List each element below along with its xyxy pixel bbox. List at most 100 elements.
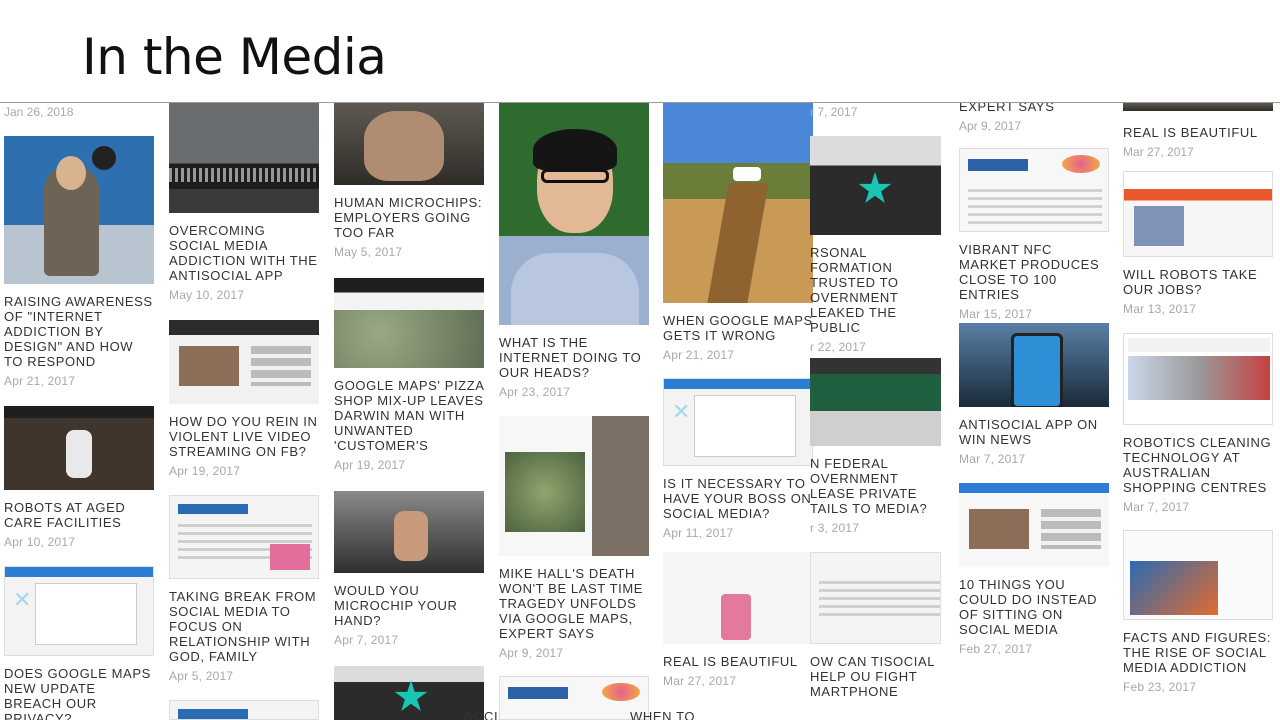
article-screenshot <box>169 495 319 579</box>
media-card[interactable]: ROBOTS AT AGED CARE FACILITIES Apr 10, 2… <box>4 406 154 549</box>
card-date: r 3, 2017 <box>810 521 860 535</box>
card-headline[interactable]: 10 THINGS YOU COULD DO INSTEAD OF SITTIN… <box>959 577 1109 637</box>
radio-studio-photo <box>4 136 154 284</box>
smartphone-app-photo <box>959 323 1109 407</box>
map-tweet-screenshot <box>499 416 649 556</box>
media-card[interactable]: VIBRANT NFC MARKET PRODUCES CLOSE TO 100… <box>959 148 1109 321</box>
media-card[interactable]: WILL ROBOTS TAKE OUR JOBS? Mar 13, 2017 <box>1123 171 1273 316</box>
media-collage: Jan 26, 2018 RAISING AWARENESS OF "INTER… <box>0 103 1280 720</box>
card-headline[interactable]: REAL IS BEAUTIFUL <box>663 654 813 669</box>
article-screenshot <box>1123 171 1273 257</box>
item-date: Apr 9, 2017 <box>959 119 1022 133</box>
card-date: Apr 23, 2017 <box>499 385 571 399</box>
card-headline[interactable]: WOULD YOU MICROCHIP YOUR HAND? <box>334 583 484 628</box>
slide-title: In the Media <box>82 28 387 86</box>
card-headline[interactable]: WHAT IS THE INTERNET DOING TO OUR HEADS? <box>499 335 649 380</box>
card-headline[interactable]: FACTS AND FIGURES: THE RISE OF SOCIAL ME… <box>1123 630 1273 675</box>
media-card[interactable]: WOULD YOU MICROCHIP YOUR HAND? Apr 7, 20… <box>334 491 484 647</box>
item-date: Mar 27, 2017 <box>1123 145 1194 159</box>
centrelink-sign-photo <box>334 666 484 720</box>
card-headline[interactable]: ROBOTICS CLEANING TECHNOLOGY AT AUSTRALI… <box>1123 435 1273 495</box>
card-date: Apr 19, 2017 <box>334 458 406 472</box>
media-card[interactable]: HOW DO YOU REIN IN VIOLENT LIVE VIDEO ST… <box>169 320 319 478</box>
article-screenshot: ✕ <box>663 378 813 466</box>
social-media-addiction-screenshot <box>1123 530 1273 620</box>
card-headline[interactable]: OVERCOMING SOCIAL MEDIA ADDICTION WITH T… <box>169 223 319 283</box>
card-date: Feb 27, 2017 <box>959 642 1033 656</box>
media-card[interactable]: RSONAL FORMATION TRUSTED TO OVERNMENT LE… <box>810 136 941 354</box>
aged-care-robot-photo <box>4 406 154 490</box>
article-screenshot: ✕ <box>4 566 154 656</box>
card-date: r 22, 2017 <box>810 340 867 354</box>
media-card[interactable]: MIKE HALL'S DEATH WON'T BE LAST TIME TRA… <box>499 416 649 660</box>
card-date: Apr 9, 2017 <box>499 646 564 660</box>
media-card[interactable]: REAL IS BEAUTIFUL Mar 27, 2017 <box>663 552 813 688</box>
item-date: Jan 26, 2018 <box>4 105 74 119</box>
card-headline[interactable]: MIKE HALL'S DEATH WON'T BE LAST TIME TRA… <box>499 566 649 641</box>
card-headline[interactable]: WILL ROBOTS TAKE OUR JOBS? <box>1123 267 1273 297</box>
microchip-hand-photo <box>334 491 484 573</box>
card-headline[interactable]: TAKING BREAK FROM SOCIAL MEDIA TO FOCUS … <box>169 589 319 664</box>
portrait-photo <box>1123 103 1273 111</box>
cut-off-headline: WHEN TO <box>630 709 696 720</box>
media-card[interactable]: ANTISOCIAL APP ON WIN NEWS Mar 7, 2017 <box>959 323 1109 466</box>
media-card[interactable]: OVERCOMING SOCIAL MEDIA ADDICTION WITH T… <box>169 103 319 302</box>
card-headline[interactable]: RAISING AWARENESS OF "INTERNET ADDICTION… <box>4 294 154 369</box>
media-card[interactable]: GOOGLE MAPS' PIZZA SHOP MIX-UP LEAVES DA… <box>334 278 484 472</box>
centrelink-sign-photo <box>810 136 941 235</box>
card-headline[interactable]: HOW DO YOU REIN IN VIOLENT LIVE VIDEO ST… <box>169 414 319 459</box>
card-headline[interactable]: WHEN GOOGLE MAPS GETS IT WRONG <box>663 313 813 343</box>
media-card[interactable]: ROBOTICS CLEANING TECHNOLOGY AT AUSTRALI… <box>1123 333 1273 514</box>
card-headline[interactable]: GOOGLE MAPS' PIZZA SHOP MIX-UP LEAVES DA… <box>334 378 484 453</box>
card-date: Apr 21, 2017 <box>663 348 735 362</box>
stock-ticker-photo <box>169 103 319 213</box>
contactless-intelligence-screenshot <box>959 148 1109 232</box>
contactless-intelligence-screenshot <box>499 676 649 720</box>
article-screenshot <box>810 552 941 644</box>
man-portrait-photo <box>334 103 484 185</box>
card-date: Mar 7, 2017 <box>959 452 1026 466</box>
media-card[interactable]: WHAT IS THE INTERNET DOING TO OUR HEADS?… <box>499 103 649 399</box>
teksbotics-screenshot <box>1123 333 1273 425</box>
card-headline[interactable]: OW CAN TISOCIAL HELP OU FIGHT MARTPHONE <box>810 654 941 699</box>
cut-off-headline: REAL IS BEAUTIFUL <box>1123 125 1258 140</box>
card-date: Apr 19, 2017 <box>169 464 241 478</box>
media-card[interactable]: WHEN GOOGLE MAPS GETS IT WRONG Apr 21, 2… <box>663 103 813 362</box>
article-screenshot <box>169 320 319 404</box>
news-map-screenshot <box>334 278 484 368</box>
media-card[interactable]: FACTS AND FIGURES: THE RISE OF SOCIAL ME… <box>1123 530 1273 694</box>
media-card[interactable]: RAISING AWARENESS OF "INTERNET ADDICTION… <box>4 136 154 388</box>
media-card[interactable]: N FEDERAL OVERNMENT LEASE PRIVATE TAILS … <box>810 358 941 535</box>
card-date: Apr 11, 2017 <box>663 526 734 540</box>
card-headline[interactable]: DOES GOOGLE MAPS NEW UPDATE BREACH OUR P… <box>4 666 154 720</box>
card-date: Apr 10, 2017 <box>4 535 76 549</box>
card-date: Apr 21, 2017 <box>4 374 76 388</box>
card-date: Mar 13, 2017 <box>1123 302 1197 316</box>
card-headline[interactable]: IS IT NECESSARY TO HAVE YOUR BOSS ON SOC… <box>663 476 813 521</box>
media-card[interactable]: HUMAN MICROCHIPS: EMPLOYERS GOING TOO FA… <box>334 103 484 259</box>
card-headline[interactable]: ROBOTS AT AGED CARE FACILITIES <box>4 500 154 530</box>
centrelink-office-photo <box>810 358 941 446</box>
article-screenshot <box>959 483 1109 567</box>
media-card[interactable]: ✕ DOES GOOGLE MAPS NEW UPDATE BREACH OUR… <box>4 566 154 720</box>
card-date: Mar 7, 2017 <box>1123 500 1190 514</box>
card-headline[interactable]: ANTISOCIAL APP ON WIN NEWS <box>959 417 1109 447</box>
media-card[interactable]: 10 THINGS YOU COULD DO INSTEAD OF SITTIN… <box>959 483 1109 656</box>
card-headline[interactable]: HUMAN MICROCHIPS: EMPLOYERS GOING TOO FA… <box>334 195 484 240</box>
card-date: Apr 5, 2017 <box>169 669 234 683</box>
item-date: r 7, 2017 <box>810 105 858 119</box>
article-screenshot <box>169 700 319 720</box>
card-headline[interactable]: RSONAL FORMATION TRUSTED TO OVERNMENT LE… <box>810 245 941 335</box>
card-headline[interactable]: VIBRANT NFC MARKET PRODUCES CLOSE TO 100… <box>959 242 1109 302</box>
card-date: Feb 23, 2017 <box>1123 680 1197 694</box>
media-card[interactable]: OW CAN TISOCIAL HELP OU FIGHT MARTPHONE <box>810 552 941 699</box>
card-date: May 5, 2017 <box>334 245 403 259</box>
card-date: Mar 15, 2017 <box>959 307 1033 321</box>
man-with-glasses-portrait <box>499 103 649 325</box>
card-headline[interactable]: N FEDERAL OVERNMENT LEASE PRIVATE TAILS … <box>810 456 941 516</box>
card-date: Mar 27, 2017 <box>663 674 737 688</box>
media-card[interactable]: TAKING BREAK FROM SOCIAL MEDIA TO FOCUS … <box>169 495 319 683</box>
card-date: May 10, 2017 <box>169 288 245 302</box>
dirt-road-photo <box>663 103 813 303</box>
media-card[interactable]: ✕ IS IT NECESSARY TO HAVE YOUR BOSS ON S… <box>663 378 813 540</box>
